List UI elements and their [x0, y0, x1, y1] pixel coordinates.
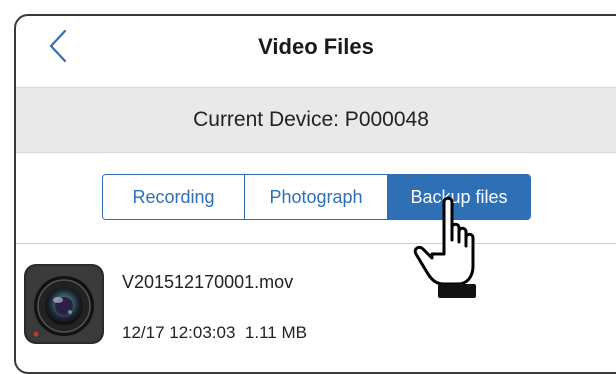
chevron-left-icon — [49, 29, 67, 63]
page-title: Video Files — [258, 34, 374, 59]
file-size: 1.11 MB — [244, 323, 307, 342]
hand-pointer-icon — [413, 196, 476, 298]
current-device-bar: Current Device: P000048 — [16, 87, 616, 153]
file-meta: 12/17 12:03:03 1.11 MB — [122, 323, 307, 343]
nav-bar: Video Files — [16, 16, 616, 78]
phone-screen: Video Files Current Device: P000048 Reco… — [14, 14, 616, 374]
tab-recording[interactable]: Recording — [103, 175, 244, 219]
file-name: V201512170001.mov — [122, 272, 294, 292]
tab-photograph[interactable]: Photograph — [244, 175, 387, 219]
current-device-label: Current Device: P000048 — [193, 108, 429, 131]
file-date-time: 12/17 12:03:03 — [122, 323, 236, 342]
camera-lens-icon — [24, 264, 104, 344]
back-button[interactable] — [38, 26, 78, 66]
